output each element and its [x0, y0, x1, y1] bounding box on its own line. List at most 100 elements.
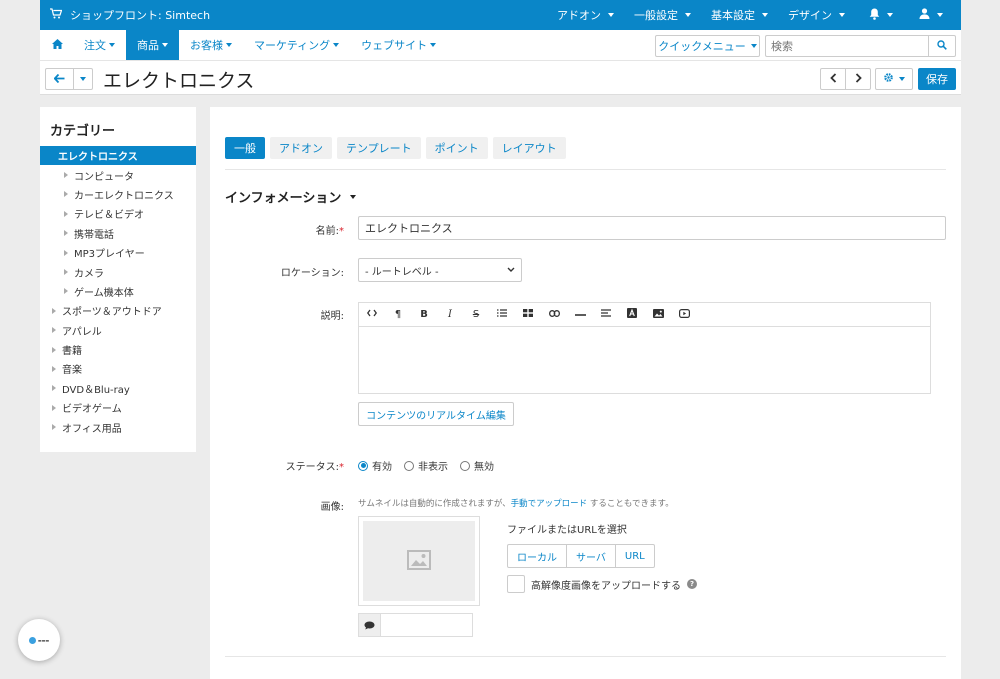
- caret-right-icon: [64, 172, 68, 179]
- search-input[interactable]: [765, 35, 929, 57]
- status-disabled-radio[interactable]: 無効: [460, 458, 494, 473]
- save-button[interactable]: 保存: [918, 68, 956, 90]
- category-item[interactable]: カーエレクトロニクス: [40, 185, 196, 204]
- category-item[interactable]: カメラ: [40, 262, 196, 281]
- chevron-down-icon: [162, 43, 168, 47]
- category-item[interactable]: テレビ＆ビデオ: [40, 204, 196, 223]
- required-marker: *: [339, 226, 344, 237]
- unordered-list-button[interactable]: [489, 304, 515, 326]
- search-icon: [937, 39, 947, 53]
- category-item[interactable]: MP3プレイヤー: [40, 243, 196, 262]
- next-button[interactable]: [845, 68, 871, 90]
- category-item[interactable]: 音楽: [40, 359, 196, 378]
- chevron-down-icon: [507, 265, 515, 276]
- insert-image-button[interactable]: [645, 304, 671, 326]
- name-input[interactable]: [358, 216, 946, 240]
- previous-button[interactable]: [820, 68, 846, 90]
- hires-checkbox[interactable]: [507, 575, 525, 593]
- tab-templates[interactable]: テンプレート: [337, 137, 421, 159]
- nav-customers[interactable]: お客様: [179, 30, 243, 60]
- tab-general[interactable]: 一般: [225, 137, 265, 159]
- status-hidden-label: 非表示: [418, 462, 448, 473]
- menu-general-settings[interactable]: 一般設定: [624, 0, 701, 30]
- align-button[interactable]: [593, 304, 619, 326]
- chevron-down-icon: [608, 13, 614, 17]
- nav-home[interactable]: [40, 30, 73, 60]
- nav-orders[interactable]: 注文: [73, 30, 126, 60]
- strikethrough-button[interactable]: S: [463, 304, 489, 326]
- help-icon[interactable]: ?: [687, 579, 697, 589]
- nav-orders-label: 注文: [84, 39, 106, 52]
- category-item[interactable]: コンピュータ: [40, 165, 196, 184]
- demo-logo-icon: [28, 636, 36, 644]
- paragraph-button[interactable]: ¶: [385, 304, 411, 326]
- horizontal-rule-button[interactable]: [567, 304, 593, 326]
- back-dropdown-button[interactable]: [73, 68, 93, 90]
- caret-right-icon: [64, 230, 68, 237]
- alt-text-field[interactable]: [358, 613, 473, 637]
- nav-products[interactable]: 商品: [126, 30, 179, 60]
- local-upload-button[interactable]: ローカル: [508, 545, 567, 567]
- page-title: エレクトロニクス: [103, 70, 255, 92]
- code-view-button[interactable]: [359, 304, 385, 326]
- location-select[interactable]: - ルートレベル -: [358, 258, 522, 282]
- category-label: コンピュータ: [74, 171, 134, 183]
- nav-marketing[interactable]: マーケティング: [243, 30, 350, 60]
- url-upload-button[interactable]: URL: [616, 545, 654, 567]
- tab-addons[interactable]: アドオン: [270, 137, 332, 159]
- image-hint-pre: サムネイルは自動的に作成されますが、: [358, 499, 511, 509]
- tab-points[interactable]: ポイント: [425, 137, 488, 159]
- server-upload-button[interactable]: サーバ: [567, 545, 616, 567]
- settings-menu-button[interactable]: [875, 68, 913, 90]
- live-edit-button[interactable]: コンテンツのリアルタイム編集: [358, 402, 514, 426]
- category-item[interactable]: ゲーム機本体: [40, 282, 196, 301]
- category-item[interactable]: ビデオゲーム: [40, 398, 196, 417]
- information-section-toggle[interactable]: インフォメーション: [225, 187, 357, 206]
- location-value: - ルートレベル -: [365, 266, 439, 278]
- hires-label: 高解像度画像をアップロードする: [531, 580, 681, 592]
- category-item[interactable]: 書籍: [40, 340, 196, 359]
- status-hidden-radio[interactable]: 非表示: [404, 458, 448, 473]
- quick-menu-button[interactable]: クイックメニュー: [655, 35, 760, 57]
- category-label: カメラ: [74, 268, 104, 280]
- nav-website[interactable]: ウェブサイト: [350, 30, 447, 60]
- description-editor[interactable]: ¶ B I S: [358, 302, 931, 394]
- category-item[interactable]: オフィス用品: [40, 417, 196, 436]
- category-item[interactable]: アパレル: [40, 321, 196, 340]
- table-button[interactable]: [515, 304, 541, 326]
- back-button[interactable]: [45, 68, 74, 90]
- status-active-radio[interactable]: 有効: [358, 458, 392, 473]
- link-button[interactable]: [541, 304, 567, 326]
- menu-design[interactable]: デザイン: [778, 0, 855, 30]
- notifications-menu[interactable]: [855, 0, 907, 30]
- code-icon: [366, 309, 378, 320]
- arrow-left-icon: [53, 72, 65, 86]
- text-color-button[interactable]: [619, 304, 645, 326]
- hires-option: 高解像度画像をアップロードする ?: [507, 575, 697, 593]
- manual-upload-link[interactable]: 手動でアップロード: [511, 499, 588, 509]
- nav-products-label: 商品: [137, 39, 159, 52]
- category-sidebar: カテゴリー エレクトロニクス コンピュータ カーエレクトロニクス テレビ＆ビデオ 携帯電…: [40, 107, 196, 452]
- image-placeholder-icon: [407, 549, 431, 573]
- search-button[interactable]: [928, 35, 956, 57]
- category-list: エレクトロニクスコンピュータカーエレクトロニクス テレビ＆ビデオ 携帯電話 MP3プレ…: [40, 146, 196, 437]
- menu-addons[interactable]: アドオン: [547, 0, 624, 30]
- italic-button[interactable]: I: [437, 304, 463, 326]
- insert-video-button[interactable]: [671, 304, 697, 326]
- nav-marketing-label: マーケティング: [254, 39, 331, 52]
- menu-basic-settings[interactable]: 基本設定: [701, 0, 778, 30]
- chevron-down-icon: [430, 43, 437, 47]
- category-item[interactable]: DVD＆Blu-ray: [40, 379, 196, 398]
- category-item[interactable]: エレクトロニクス: [40, 146, 196, 166]
- category-item[interactable]: 携帯電話: [40, 224, 196, 243]
- chevron-down-icon: [226, 43, 232, 47]
- storefront-switcher[interactable]: ショップフロント: Simtech: [40, 7, 210, 23]
- category-item[interactable]: スポーツ＆アウトドア: [40, 301, 196, 320]
- bold-icon: B: [420, 309, 428, 320]
- link-icon: [548, 309, 560, 320]
- tab-layouts[interactable]: レイアウト: [492, 137, 566, 159]
- bold-button[interactable]: B: [411, 304, 437, 326]
- main-panel: 一般 アドオン テンプレート ポイント レイアウト インフォメーション 名前:*…: [210, 107, 961, 679]
- demo-store-badge[interactable]: ▬▬▬: [18, 619, 60, 661]
- user-menu[interactable]: [907, 0, 961, 30]
